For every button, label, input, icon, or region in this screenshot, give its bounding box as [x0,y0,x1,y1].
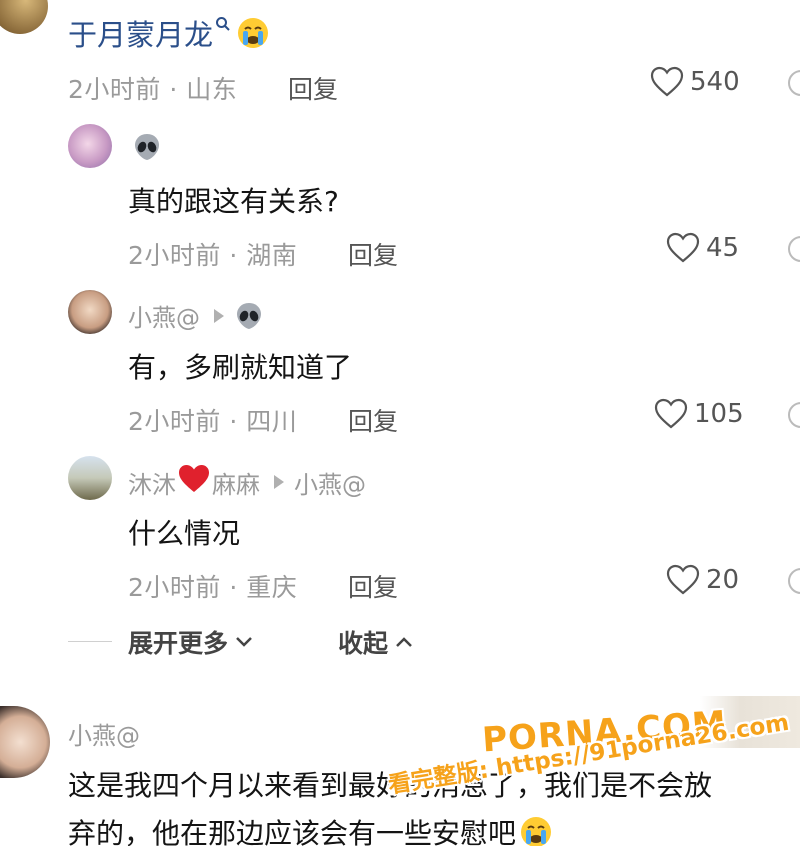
crying-emoji-icon [520,816,552,846]
heart-icon [654,398,688,429]
expand-more-button[interactable]: 展开更多 [128,624,254,660]
reply-2-text: 有，多刷就知道了 [128,351,353,384]
dislike-icon[interactable] [788,70,800,96]
reply-3-avatar[interactable] [68,456,112,500]
bottom-comment-text-line2: 弃的，他在那边应该会有一些安慰吧 [68,817,517,846]
reply-3-like-button[interactable]: 20 [666,564,739,596]
reply-1-avatar[interactable] [68,124,112,168]
bottom-comment-username[interactable]: 小燕@ [68,716,140,751]
expand-divider [68,641,112,642]
reply-3-reply-button[interactable]: 回复 [348,568,398,604]
dislike-icon[interactable] [788,236,800,262]
alien-emoji-icon [234,301,264,331]
reply-2-reply-button[interactable]: 回复 [348,402,398,438]
top-comment-like-count: 540 [690,67,740,97]
reply-3-like-count: 20 [706,565,740,595]
dislike-icon[interactable] [788,402,800,428]
reply-1-like-button[interactable]: 45 [666,232,739,264]
reply-2-avatar[interactable] [68,290,112,334]
reply-1-like-count: 45 [706,233,740,263]
reply-2-meta: 2小时前 · 四川 [128,407,298,436]
top-comment-meta: 2小时前 · 山东 [68,75,238,104]
reply-1-text: 真的跟这有关系? [128,185,339,218]
expand-more-label: 展开更多 [128,629,229,658]
top-comment-avatar[interactable] [0,0,48,34]
red-heart-icon [178,464,210,500]
alien-emoji-icon [132,132,162,162]
search-icon[interactable] [215,16,231,36]
top-comment-reply-button[interactable]: 回复 [288,70,338,106]
reply-arrow-icon [274,475,284,489]
reply-3-username-suffix[interactable]: 麻麻 [212,465,260,500]
reply-1-reply-button[interactable]: 回复 [348,236,398,272]
reply-2-like-count: 105 [694,399,744,429]
reply-arrow-icon [214,308,224,323]
chevron-down-icon [236,637,252,647]
reply-3-reply-to[interactable]: 小燕@ [294,465,366,500]
reply-3-username-prefix[interactable]: 沐沐 [128,465,176,500]
dislike-icon[interactable] [788,568,800,594]
reply-1-meta: 2小时前 · 湖南 [128,241,298,270]
bottom-comment-text-line2-row: 弃的，他在那边应该会有一些安慰吧 [68,812,552,846]
reply-3-text: 什么情况 [128,517,241,550]
chevron-up-icon [396,637,412,647]
reply-2-username[interactable]: 小燕@ [128,298,200,333]
crying-emoji-icon [237,17,269,49]
top-comment-like-button[interactable]: 540 [650,66,740,98]
collapse-button[interactable]: 收起 [338,624,414,660]
reply-3-meta: 2小时前 · 重庆 [128,573,298,602]
reply-2-username-row: 小燕@ [128,298,264,333]
comment-thread: 于月蒙月龙 2小时前 · 山东 回复 540 真的跟这有关系? 2小时前 · 湖… [0,0,800,846]
heart-icon [666,232,700,263]
top-comment-username-row: 于月蒙月龙 [68,12,269,54]
bottom-comment-avatar[interactable] [0,706,50,778]
heart-icon [666,564,700,595]
collapse-label: 收起 [338,629,389,658]
heart-icon [650,66,684,97]
top-comment-username[interactable]: 于月蒙月龙 [68,12,213,54]
reply-2-like-button[interactable]: 105 [654,398,744,430]
reply-3-username-row: 沐沐 麻麻 小燕@ [128,464,366,500]
